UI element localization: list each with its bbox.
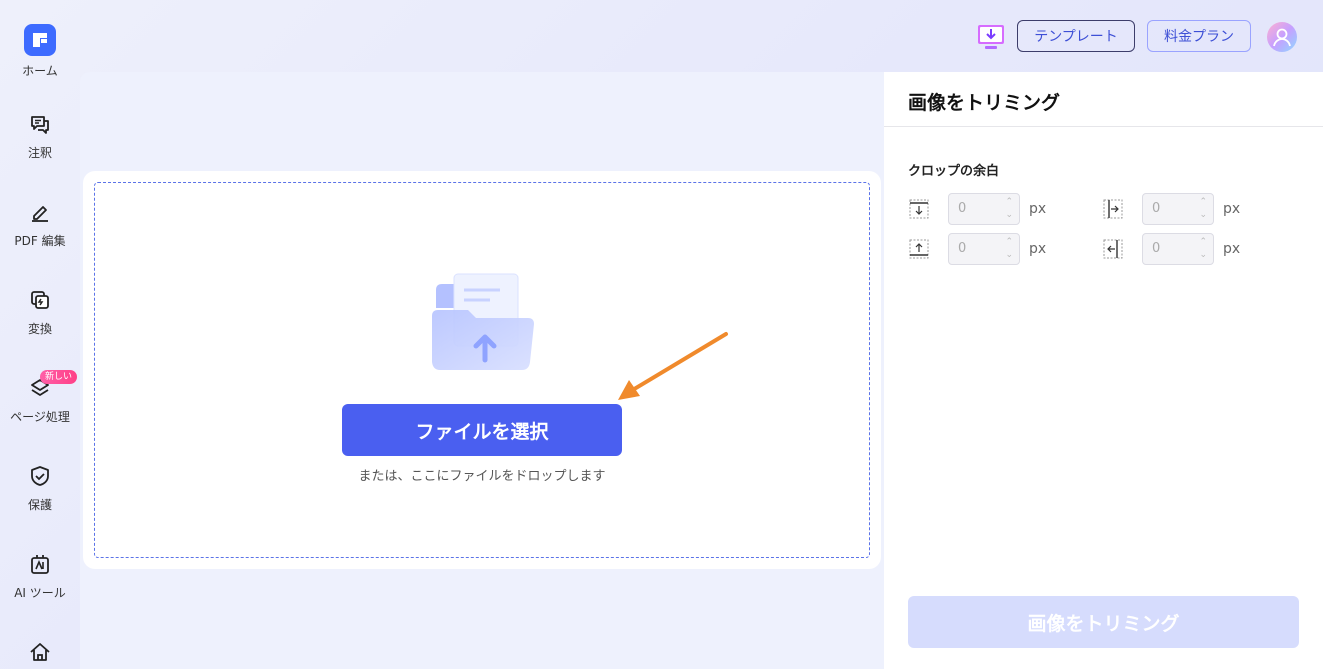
trim-image-button[interactable]: 画像をトリミング	[908, 596, 1299, 648]
new-badge: 新しい	[40, 370, 78, 384]
drop-hint-text: または、ここにファイルをドロップします	[358, 469, 606, 484]
sidebar-item-pdf-edit[interactable]: PDF 編集	[0, 200, 80, 249]
folder-upload-icon	[432, 273, 534, 370]
ai-tool-icon	[31, 555, 49, 574]
margin-right-input[interactable]: 0 ⌃ ⌄	[1142, 233, 1214, 265]
sidebar-item-label: AI ツール	[14, 586, 66, 600]
select-file-button[interactable]: ファイルを選択	[342, 404, 622, 456]
sidebar-item-annotate[interactable]: 注釈	[0, 112, 80, 161]
sidebar-item-label: 保護	[27, 498, 52, 512]
sidebar-item-page-process[interactable]: 新しい ページ処理	[0, 370, 80, 425]
margin-left-input[interactable]: 0 ⌃ ⌄	[1142, 193, 1214, 225]
edit-icon	[32, 206, 48, 222]
user-avatar-icon[interactable]	[1267, 22, 1297, 52]
sidebar-item-protect[interactable]: 保護	[0, 464, 80, 513]
template-button[interactable]: テンプレート	[1017, 20, 1135, 52]
unit-label: px	[1223, 201, 1241, 217]
shield-icon	[31, 466, 49, 486]
margin-top-row: 0 ⌃ ⌄ px	[908, 193, 1046, 225]
sidebar: ホーム 注釈 PDF 編集 変換 新しい ページ処理 保護 AI ツール	[0, 0, 80, 669]
spinner-arrows[interactable]: ⌃ ⌄	[1005, 196, 1013, 222]
margin-left-icon	[1103, 199, 1123, 219]
spinner-arrows[interactable]: ⌃ ⌄	[1199, 196, 1207, 222]
sidebar-item-home-bottom[interactable]	[0, 640, 80, 669]
spinner-arrows[interactable]: ⌃ ⌄	[1199, 236, 1207, 262]
sidebar-item-label: 注釈	[27, 146, 52, 160]
spinner-arrows[interactable]: ⌃ ⌄	[1005, 236, 1013, 262]
panel-title: 画像をトリミング	[908, 92, 1061, 114]
logo-icon	[24, 24, 56, 56]
sidebar-item-label: ページ処理	[10, 410, 70, 424]
annotate-icon	[31, 116, 49, 134]
home-icon	[30, 643, 50, 661]
unit-label: px	[1029, 201, 1047, 217]
margin-right-icon	[1103, 239, 1123, 259]
margin-top-input[interactable]: 0 ⌃ ⌄	[948, 193, 1020, 225]
sidebar-item-label: 変換	[27, 322, 52, 336]
sidebar-item-label: ホーム	[22, 64, 58, 78]
margin-left-row: 0 ⌃ ⌄ px	[1102, 193, 1240, 225]
sidebar-item-convert[interactable]: 変換	[0, 288, 80, 337]
margin-bottom-icon	[909, 239, 929, 259]
margin-bottom-input[interactable]: 0 ⌃ ⌄	[948, 233, 1020, 265]
unit-label: px	[1223, 241, 1241, 257]
sidebar-item-ai-tool[interactable]: AI ツール	[0, 552, 80, 601]
download-desktop-icon[interactable]	[977, 23, 1005, 51]
convert-icon	[31, 291, 49, 309]
sidebar-item-label: PDF 編集	[14, 234, 66, 248]
divider	[884, 126, 1323, 127]
margin-bottom-row: 0 ⌃ ⌄ px	[908, 233, 1046, 265]
unit-label: px	[1029, 241, 1047, 257]
pointer-arrow	[618, 332, 728, 400]
margin-right-row: 0 ⌃ ⌄ px	[1102, 233, 1240, 265]
pricing-plan-button[interactable]: 料金プラン	[1147, 20, 1251, 52]
sidebar-item-home[interactable]: ホーム	[0, 24, 80, 79]
crop-margin-label: クロップの余白	[908, 164, 1000, 179]
trim-settings-panel: 画像をトリミング クロップの余白 0 ⌃ ⌄ px 0 ⌃ ⌄ px 0 ⌃ ⌄…	[884, 72, 1323, 669]
margin-top-icon	[909, 199, 929, 219]
